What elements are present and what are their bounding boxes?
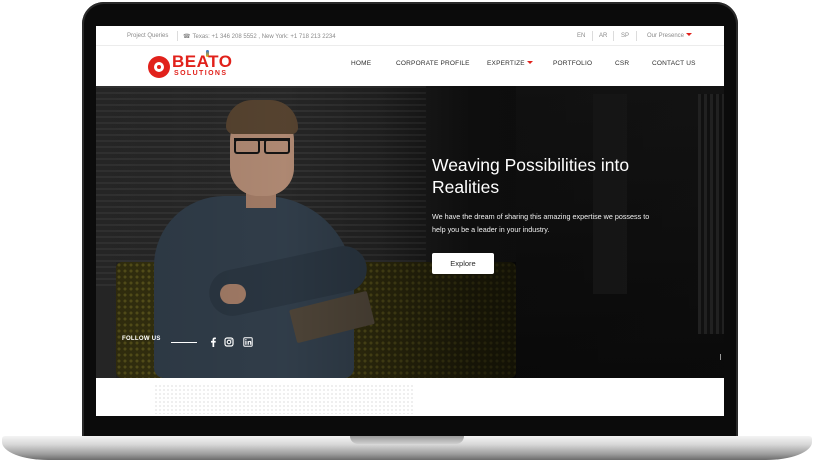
nav-home[interactable]: HOME xyxy=(351,60,371,67)
topbar-divider xyxy=(592,31,593,41)
facebook-icon[interactable] xyxy=(208,337,218,347)
world-map-pattern xyxy=(154,384,414,414)
site-header: BEATO SOLUTIONS HOME CORPORATE PROFILE E… xyxy=(96,46,724,86)
top-bar: Project Queries ☎ Texas: +1 346 208 5552 … xyxy=(96,26,724,46)
hero-text-line2: help you be a leader in your industry. xyxy=(432,225,550,234)
hero-title-line2: Realities xyxy=(432,177,500,197)
laptop-notch xyxy=(350,436,464,444)
logo-name: BEATO xyxy=(172,52,233,71)
hero-description: We have the dream of sharing this amazin… xyxy=(432,210,702,236)
nav-expertize[interactable]: EXPERTIZE xyxy=(487,60,533,67)
topbar-divider xyxy=(177,31,178,41)
chevron-down-icon xyxy=(526,61,533,64)
topbar-divider xyxy=(613,31,614,41)
nav-expertize-label: EXPERTIZE xyxy=(487,60,525,67)
chevron-down-icon xyxy=(686,33,693,36)
website-screen: Project Queries ☎ Texas: +1 346 208 5552 … xyxy=(96,26,724,416)
linkedin-icon[interactable] xyxy=(243,337,253,347)
hero-section: Weaving Possibilities into Realities We … xyxy=(96,86,724,378)
contact-numbers: ☎ Texas: +1 346 208 5552 , New York: +1 7… xyxy=(183,33,336,40)
lang-en[interactable]: EN xyxy=(577,33,585,39)
nav-contact-us[interactable]: CONTACT US xyxy=(652,60,696,67)
nav-corporate-profile[interactable]: CORPORATE PROFILE xyxy=(396,60,470,67)
instagram-icon[interactable] xyxy=(224,337,234,347)
follow-us-divider xyxy=(171,342,197,343)
follow-us-label: FOLLOW US xyxy=(122,336,161,342)
lang-sp[interactable]: SP xyxy=(621,33,629,39)
our-presence-label: Our Presence xyxy=(647,33,685,39)
hero-title: Weaving Possibilities into Realities xyxy=(432,154,692,198)
logo-sub: SOLUTIONS xyxy=(174,70,228,77)
nav-csr[interactable]: CSR xyxy=(615,60,629,67)
brand-logo[interactable]: BEATO SOLUTIONS xyxy=(148,50,240,82)
hero-title-line1: Weaving Possibilities into xyxy=(432,155,630,175)
lang-ar[interactable]: AR xyxy=(599,33,607,39)
our-presence-dropdown[interactable]: Our Presence xyxy=(647,33,693,39)
hero-text-line1: We have the dream of sharing this amazin… xyxy=(432,212,650,221)
scroll-indicator[interactable] xyxy=(720,354,721,360)
nav-portfolio[interactable]: PORTFOLIO xyxy=(553,60,592,67)
topbar-divider xyxy=(636,31,637,41)
contact-text: Texas: +1 346 208 5552 , New York: +1 71… xyxy=(192,34,336,40)
phone-icon: ☎ xyxy=(183,34,191,40)
project-queries-link[interactable]: Project Queries xyxy=(127,33,168,39)
next-section xyxy=(96,378,724,416)
explore-button[interactable]: Explore xyxy=(432,253,494,274)
lion-badge-icon xyxy=(148,56,170,78)
